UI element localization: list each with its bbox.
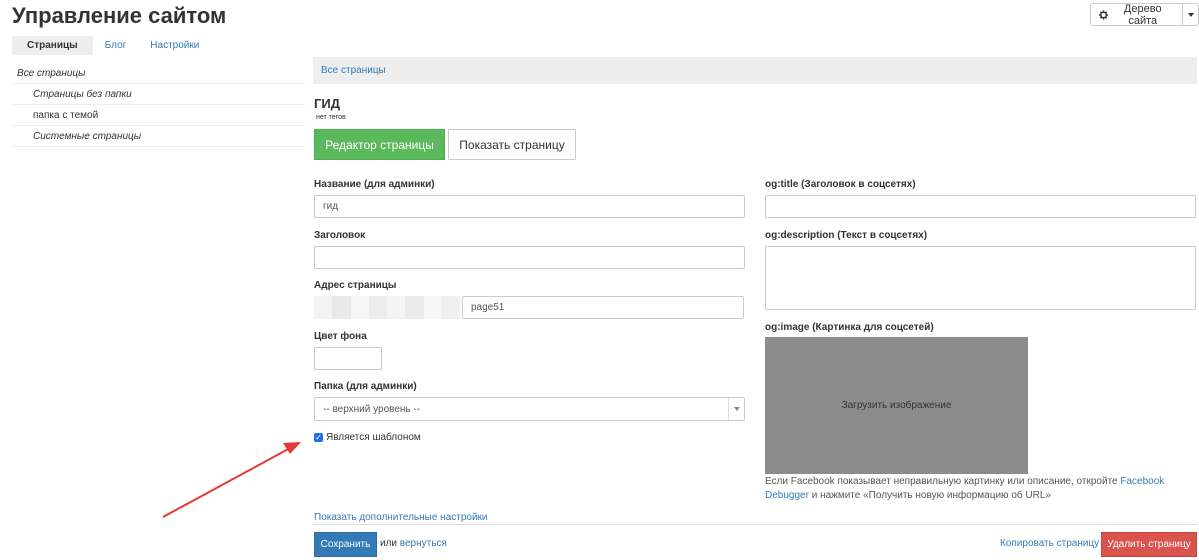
address-domain-blurred [314, 296, 460, 319]
caret-down-icon [1187, 12, 1194, 17]
or-text: или [380, 538, 398, 549]
og-title-label: og:title (Заголовок в соцсетях) [765, 179, 916, 190]
title-label: Заголовок [314, 230, 366, 241]
facebook-note: Если Facebook показывает неправильную ка… [765, 475, 1197, 503]
upload-image-area[interactable]: Загрузить изображение [765, 337, 1028, 474]
og-title-input[interactable] [765, 195, 1196, 218]
template-checkbox-label[interactable]: Является шаблоном [326, 432, 421, 443]
bg-color-label: Цвет фона [314, 331, 367, 342]
main-tabs: Страницы Блог Настройки [12, 36, 211, 55]
upload-image-label: Загрузить изображение [841, 400, 952, 411]
back-link[interactable]: вернуться [400, 538, 447, 549]
show-page-button[interactable]: Показать страницу [448, 129, 576, 160]
save-button[interactable]: Сохранить [314, 532, 377, 557]
folder-select-value: -- верхний уровень -- [323, 403, 421, 415]
or-back-group: или вернуться [380, 538, 447, 549]
folder-select[interactable]: -- верхний уровень -- [314, 397, 745, 421]
address-input[interactable] [462, 296, 744, 319]
admin-name-input[interactable] [314, 195, 745, 218]
page-name-heading: ГИД [314, 96, 340, 111]
sidebar-item-all-pages[interactable]: Все страницы [12, 63, 305, 84]
tab-settings[interactable]: Настройки [138, 36, 211, 55]
admin-name-label: Название (для админки) [314, 179, 435, 190]
sidebar-item-system-pages[interactable]: Системные страницы [12, 126, 305, 147]
title-input[interactable] [314, 246, 745, 269]
site-tree-label: Дерево сайта [1123, 2, 1162, 27]
footer-divider [313, 524, 1197, 525]
more-settings-link[interactable]: Показать дополнительные настройки [314, 512, 488, 523]
site-tree-button[interactable]: Дерево сайта [1090, 2, 1184, 27]
og-description-wrapper [765, 246, 1196, 310]
select-arrow-icon [728, 398, 744, 420]
og-image-label: og:image (Картинка для соцсетей) [765, 322, 934, 333]
page-editor-button[interactable]: Редактор страницы [314, 129, 445, 160]
sidebar-item-no-folder[interactable]: Страницы без папки [12, 84, 305, 105]
breadcrumb: Все страницы [313, 57, 1197, 84]
tab-pages[interactable]: Страницы [12, 36, 93, 55]
facebook-note-text-1: Если Facebook показывает неправильную ка… [765, 476, 1121, 487]
delete-page-button[interactable]: Удалить страницу [1101, 532, 1197, 557]
address-label: Адрес страницы [314, 280, 397, 291]
og-description-input[interactable] [765, 246, 1196, 310]
sidebar: Все страницы Страницы без папки папка с … [12, 63, 305, 147]
folder-label: Папка (для админки) [314, 381, 417, 392]
og-description-label: og:description (Текст в соцсетях) [765, 230, 928, 241]
tab-blog[interactable]: Блог [93, 36, 139, 55]
bg-color-input[interactable] [314, 347, 382, 370]
template-checkbox[interactable]: ✓ [314, 433, 323, 442]
gear-icon [1099, 9, 1109, 20]
red-arrow-annotation [162, 442, 301, 518]
template-checkbox-row: ✓ Является шаблоном [314, 432, 421, 443]
copy-page-link[interactable]: Копировать страницу [1000, 538, 1099, 549]
site-tree-button-group: Дерево сайта [1090, 2, 1199, 27]
page-title: Управление сайтом [12, 3, 227, 28]
breadcrumb-all-pages-link[interactable]: Все страницы [321, 65, 386, 76]
page-tags: нет тегов [316, 114, 346, 121]
site-tree-dropdown-toggle[interactable] [1183, 3, 1199, 26]
facebook-note-text-2: и нажмите «Получить новую информацию об … [808, 490, 1051, 501]
sidebar-item-theme-folder[interactable]: папка с темой [12, 105, 305, 126]
